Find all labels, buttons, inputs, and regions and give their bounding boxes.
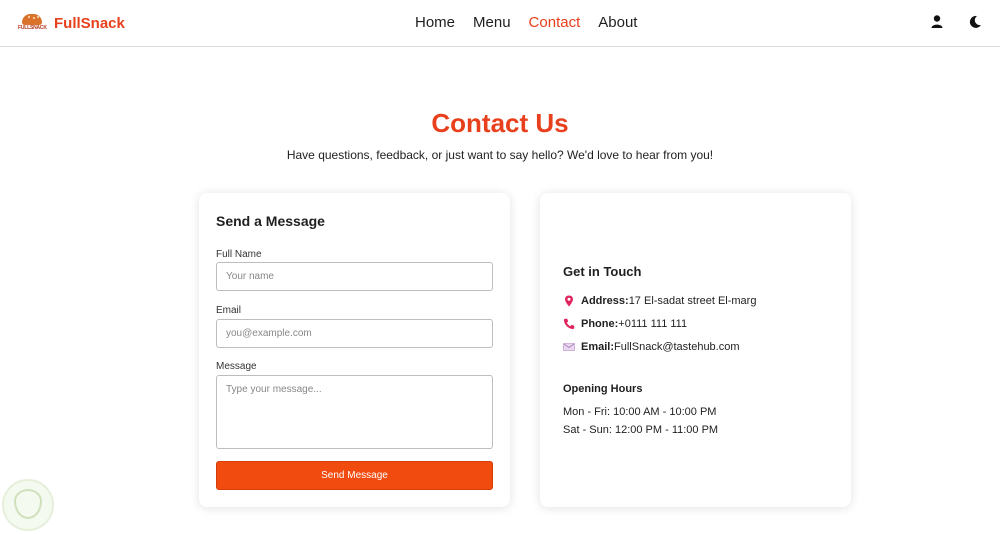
fullsnack-logo: FULLSNACK — [18, 12, 47, 34]
brand-name[interactable]: FullSnack — [54, 15, 125, 32]
send-message-button[interactable]: Send Message — [216, 461, 493, 490]
email-info-value: FullSnack@tastehub.com — [614, 341, 740, 353]
contact-info-card: Get in Touch Address:17 El-sadat street … — [540, 193, 851, 507]
nav-menu[interactable]: Menu — [473, 14, 511, 31]
watermark-logo — [2, 479, 54, 531]
page-title: Contact Us — [431, 108, 569, 138]
full-name-input[interactable] — [216, 262, 493, 291]
message-textarea[interactable] — [216, 375, 493, 449]
address-label: Address: — [581, 295, 629, 307]
pin-icon — [563, 295, 575, 307]
moon-icon[interactable] — [968, 14, 982, 30]
nav-contact[interactable]: Contact — [529, 14, 581, 31]
nav-links: Home Menu Contact About — [415, 14, 637, 31]
message-label: Message — [216, 361, 257, 372]
address-value: 17 El-sadat street El-marg — [628, 295, 757, 307]
email-label: Email — [216, 305, 242, 316]
phone-row: Phone:+0111 111 111 — [563, 318, 687, 330]
address-row: Address:17 El-sadat street El-marg — [563, 295, 756, 307]
page-subtitle: Have questions, feedback, or just want t… — [286, 148, 714, 162]
form-title: Send a Message — [216, 213, 325, 229]
envelope-icon — [563, 341, 575, 353]
phone-value: +0111 111 111 — [618, 318, 688, 330]
info-title: Get in Touch — [563, 264, 642, 279]
hours-weekend: Sat - Sun: 12:00 PM - 11:00 PM — [563, 424, 719, 436]
opening-hours-title: Opening Hours — [563, 383, 643, 395]
logo-text: FULLSNACK — [18, 25, 47, 31]
phone-label: Phone: — [581, 318, 619, 330]
hours-weekdays: Mon - Fri: 10:00 AM - 10:00 PM — [563, 406, 717, 418]
nav-about[interactable]: About — [598, 14, 637, 31]
email-input[interactable] — [216, 319, 493, 348]
email-info-label: Email: — [581, 341, 615, 353]
full-name-label: Full Name — [216, 249, 262, 260]
nav-icons — [930, 14, 982, 30]
user-icon[interactable] — [930, 14, 944, 30]
navbar: FULLSNACK FullSnack Home Menu Contact Ab… — [0, 0, 1000, 47]
message-form-card: Send a Message Full Name Email Message S… — [199, 193, 510, 507]
brand[interactable]: FULLSNACK FullSnack — [18, 12, 125, 34]
email-row: Email:FullSnack@tastehub.com — [563, 341, 740, 353]
phone-icon — [563, 318, 575, 330]
nav-home[interactable]: Home — [415, 14, 455, 31]
